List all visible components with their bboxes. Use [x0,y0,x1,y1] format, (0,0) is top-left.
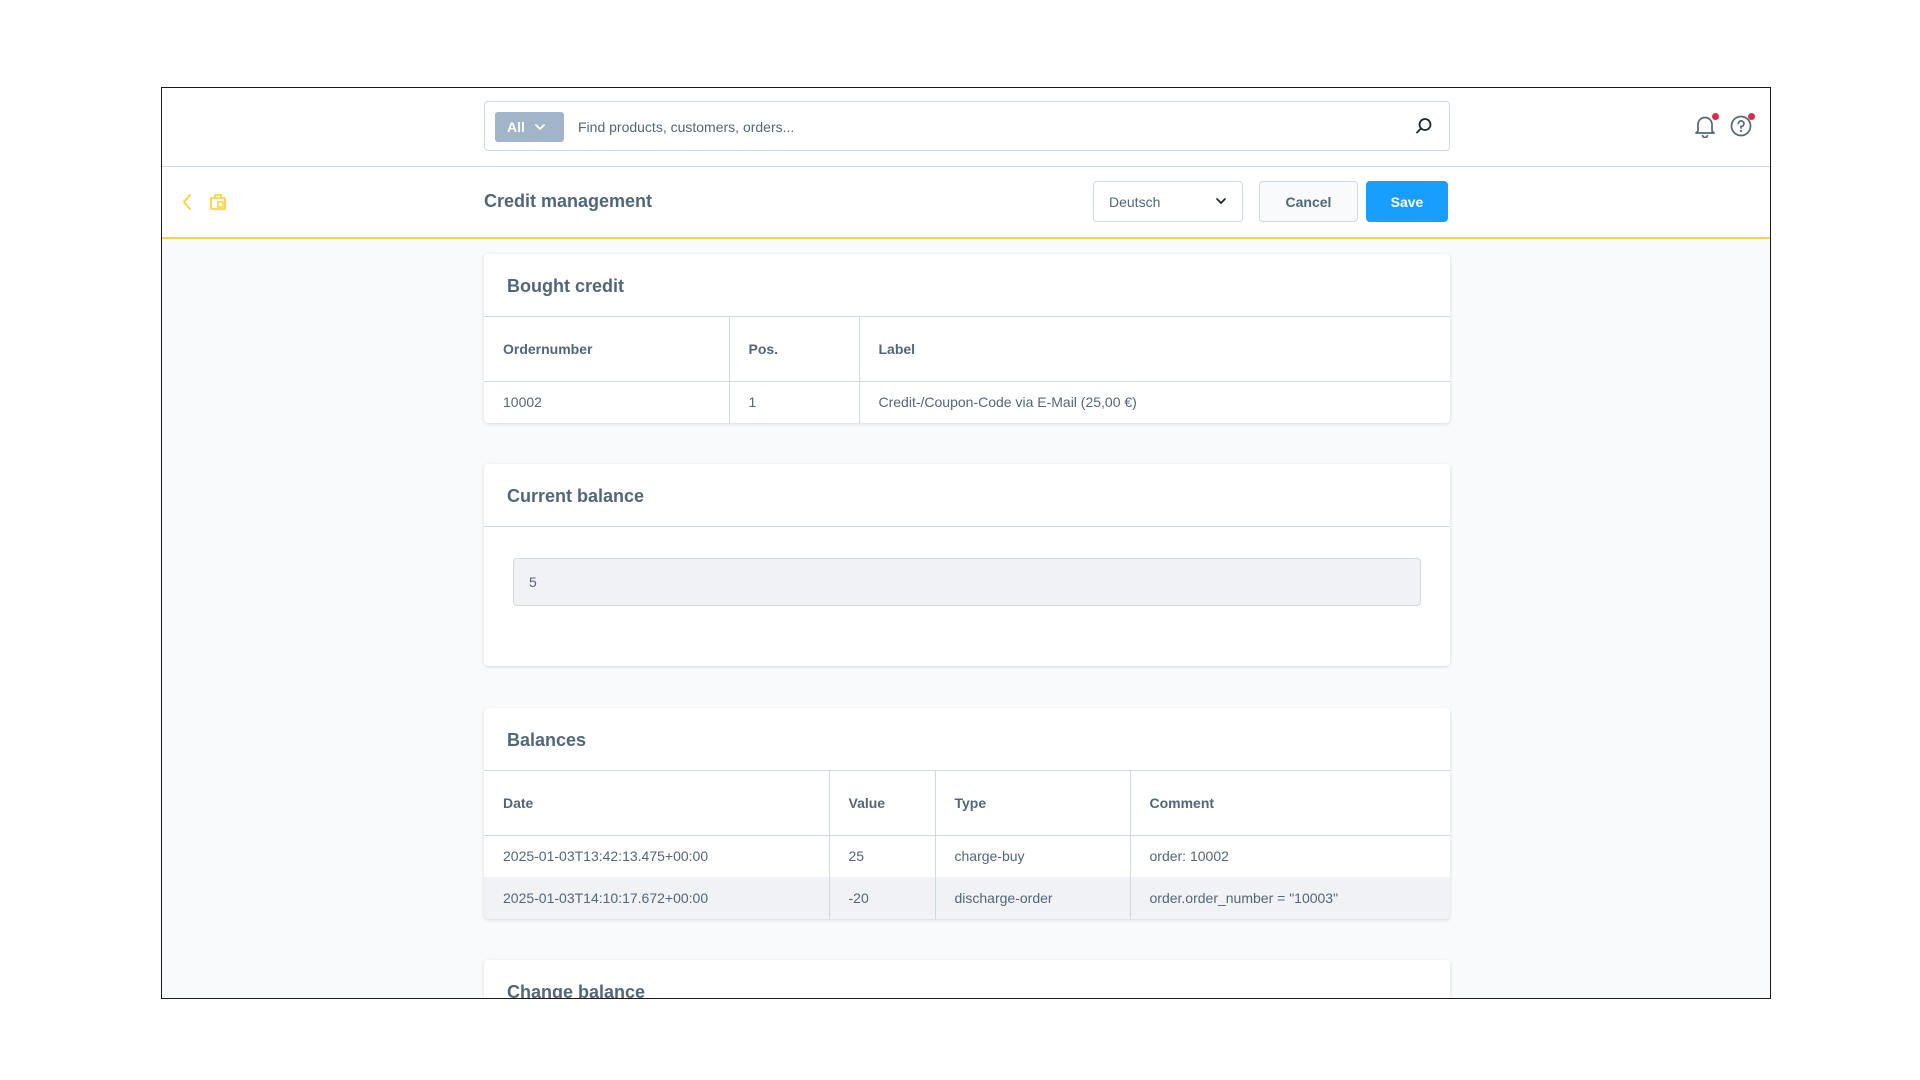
page-title: Credit management [484,191,653,211]
global-search: All [484,101,1450,151]
change-balance-card: Change balance [484,960,1450,998]
column-header-ordernumber[interactable]: Ordernumber [484,317,730,382]
change-balance-title: Change balance [484,960,1450,998]
column-header-date[interactable]: Date [484,771,830,836]
cell-label: Credit-/Coupon-Code via E-Mail (25,00 €) [878,394,1137,411]
cell-ordernumber: 10002 [484,381,730,423]
column-header-comment[interactable]: Comment [1130,771,1450,836]
table-row[interactable]: 2025-01-03T14:10:17.672+00:00 -20 discha… [484,877,1450,919]
chevron-down-icon [1216,198,1226,205]
cell-value: 25 [829,835,936,877]
cell-comment: order.order_number = "10003" [1130,877,1450,919]
cell-value: -20 [829,877,936,919]
help-notification-dot [1748,113,1755,120]
page-content: Bought credit Ordernumber Pos. Label 100… [162,240,1770,998]
notification-dot [1712,113,1719,120]
help-button[interactable] [1729,113,1755,140]
cell-pos: 1 [729,381,860,423]
search-input[interactable] [578,112,1398,142]
bought-credit-title: Bought credit [484,254,1450,317]
save-button[interactable]: Save [1366,181,1448,222]
current-balance-title: Current balance [484,464,1450,527]
bought-credit-table: Ordernumber Pos. Label 10002 1 Credit-/C… [484,317,1450,423]
cell-type: charge-buy [935,835,1131,877]
cell-date: 2025-01-03T13:42:13.475+00:00 [484,835,830,877]
search-icon[interactable] [1415,117,1433,135]
table-header-row: Date Value Type Comment [484,771,1450,836]
chevron-down-icon [534,123,545,130]
app-window: All Find products, customers, orders... … [161,87,1771,999]
balances-card: Balances Date Value Type Comment 2025-01… [484,708,1450,919]
column-header-label[interactable]: Label [859,317,1450,382]
back-arrow-icon[interactable] [180,192,194,212]
table-row[interactable]: 2025-01-03T13:42:13.475+00:00 25 charge-… [484,835,1450,877]
cell-comment: order: 10002 [1149,848,1229,865]
cell-type: discharge-order [935,877,1131,919]
bought-credit-card: Bought credit Ordernumber Pos. Label 100… [484,254,1450,423]
current-balance-card: Current balance 5 [484,464,1450,666]
balances-table: Date Value Type Comment 2025-01-03T13:42… [484,771,1450,919]
notifications-button[interactable] [1693,113,1719,140]
column-header-pos[interactable]: Pos. [729,317,860,382]
module-icon [210,194,226,210]
cell-date: 2025-01-03T14:10:17.672+00:00 [484,877,830,919]
top-bar: All [162,88,1770,167]
search-type-label: All [507,119,525,135]
search-type-select[interactable]: All [495,112,564,142]
table-header-row: Ordernumber Pos. Label [484,317,1450,382]
current-balance-field: 5 [513,558,1421,606]
table-row[interactable]: 10002 1 Credit-/Coupon-Code via E-Mail (… [484,381,1450,423]
language-select-value: Deutsch [1109,193,1161,210]
language-select[interactable]: Deutsch [1093,181,1243,222]
smart-bar: Credit management Deutsch Cancel Save [162,167,1770,239]
column-header-value[interactable]: Value [829,771,936,836]
balances-title: Balances [484,708,1450,771]
column-header-type[interactable]: Type [935,771,1131,836]
cancel-button[interactable]: Cancel [1259,181,1358,222]
